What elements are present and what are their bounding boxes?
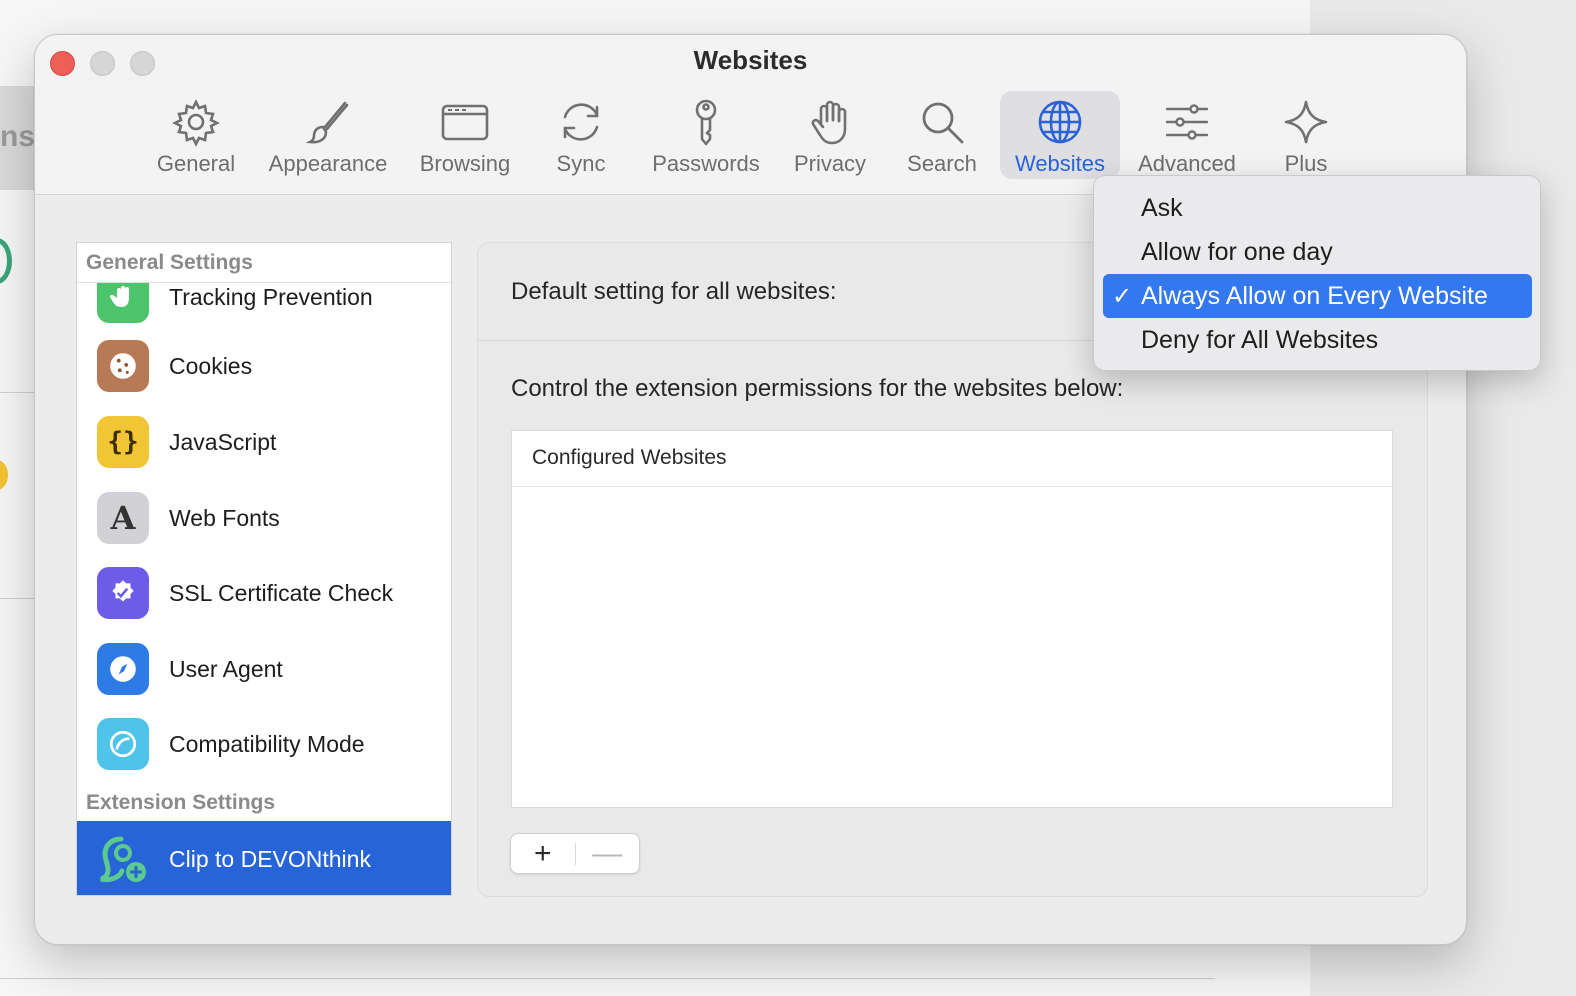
tab-label: Appearance [268, 151, 388, 176]
tab-label: General [156, 151, 236, 176]
toolbar: Websites General Appearance Browsing Syn… [35, 35, 1466, 195]
menu-item-deny-all[interactable]: Deny for All Websites [1103, 318, 1532, 362]
browser-window-icon [441, 104, 489, 141]
sidebar-item-user-agent[interactable]: User Agent [77, 631, 451, 707]
tab-label: Advanced [1138, 151, 1236, 176]
sidebar-item-label: SSL Certificate Check [169, 579, 394, 606]
sidebar-item-clip-to-devonthink[interactable]: Clip to DEVONthink [77, 821, 451, 895]
section-header-general: General Settings [77, 243, 451, 283]
settings-sidebar: Tracking Prevention Cookies {} JavaScrip… [76, 242, 452, 896]
sync-icon [563, 103, 599, 141]
menu-item-label: Deny for All Websites [1141, 325, 1379, 354]
magnifier-icon [922, 102, 964, 144]
sidebar-item-label: Compatibility Mode [169, 730, 365, 757]
devonthink-icon [97, 833, 149, 885]
checkmark-icon: ✓ [1111, 282, 1133, 310]
background-green-icon [0, 238, 12, 284]
menu-item-label: Always Allow on Every Website [1141, 281, 1488, 310]
tab-label: Privacy [793, 151, 867, 176]
gear-icon [172, 99, 220, 147]
globe-icon [1038, 100, 1082, 144]
paintbrush-icon [305, 101, 349, 144]
sidebar-item-label: JavaScript [169, 428, 277, 455]
menu-item-always-allow[interactable]: ✓ Always Allow on Every Website [1103, 274, 1532, 318]
configured-websites-table[interactable]: Configured Websites [511, 430, 1393, 808]
background-divider [0, 598, 34, 599]
sidebar-item-label: Clip to DEVONthink [169, 845, 371, 872]
tab-label: Passwords [652, 151, 760, 176]
section-header-extension: Extension Settings [77, 783, 451, 823]
background-partial-text: ns [0, 120, 36, 153]
menu-item-allow-one-day[interactable]: Allow for one day [1103, 230, 1532, 274]
background-divider [0, 392, 34, 393]
menu-item-label: Ask [1141, 193, 1183, 222]
cookie-icon [97, 340, 149, 392]
remove-website-button[interactable]: — [576, 834, 640, 873]
hand-icon [811, 100, 847, 145]
tab-sync[interactable]: Sync [543, 91, 619, 179]
sidebar-item-cookies[interactable]: Cookies [77, 328, 451, 404]
sidebar-item-ssl-certificate-check[interactable]: SSL Certificate Check [77, 555, 451, 631]
tab-general[interactable]: General [151, 91, 241, 179]
sidebar-item-compatibility-mode[interactable]: Compatibility Mode [77, 706, 451, 782]
key-icon [695, 99, 717, 146]
background-divider [0, 978, 1215, 979]
tab-plus[interactable]: Plus [1271, 91, 1341, 179]
default-setting-label: Default setting for all websites: [511, 278, 837, 305]
menu-item-ask[interactable]: Ask [1103, 186, 1532, 230]
sidebar-item-label: Tracking Prevention [169, 283, 373, 310]
tab-advanced[interactable]: Advanced [1132, 91, 1242, 179]
tab-appearance[interactable]: Appearance [263, 91, 393, 179]
sidebar-item-javascript[interactable]: {} JavaScript [77, 404, 451, 480]
compatibility-icon [97, 718, 149, 770]
background-yellow-icon [0, 460, 8, 490]
add-website-button[interactable]: + [511, 834, 575, 873]
tab-label: Plus [1284, 151, 1328, 176]
sidebar-item-web-fonts[interactable]: A Web Fonts [77, 480, 451, 556]
tab-search[interactable]: Search [901, 91, 983, 179]
sidebar-item-label: User Agent [169, 655, 283, 682]
tab-label: Sync [556, 151, 606, 176]
control-permissions-label: Control the extension permissions for th… [511, 375, 1124, 402]
sliders-icon [1165, 104, 1209, 140]
tab-browsing[interactable]: Browsing [413, 91, 517, 179]
table-header: Configured Websites [512, 431, 1392, 487]
tab-privacy[interactable]: Privacy [787, 91, 873, 179]
tab-websites[interactable]: Websites [1000, 91, 1120, 179]
tab-passwords[interactable]: Passwords [645, 91, 767, 179]
sidebar-item-label: Cookies [169, 352, 253, 379]
tab-label: Websites [1014, 151, 1106, 176]
shield-check-icon [97, 567, 149, 619]
menu-item-label: Allow for one day [1141, 237, 1333, 266]
window-title: Websites [693, 45, 808, 75]
compass-icon [97, 643, 149, 695]
braces-icon: {} [97, 416, 149, 468]
letter-a-icon: A [97, 492, 149, 544]
add-remove-buttons: + — [510, 833, 640, 874]
sidebar-item-label: Web Fonts [169, 504, 280, 531]
sparkle-icon [1284, 100, 1328, 144]
default-setting-menu: Ask Allow for one day ✓ Always Allow on … [1093, 175, 1541, 371]
tab-label: Browsing [419, 151, 511, 176]
tab-label: Search [907, 151, 977, 176]
preferences-window: Websites General Appearance Browsing Syn… [34, 34, 1467, 945]
